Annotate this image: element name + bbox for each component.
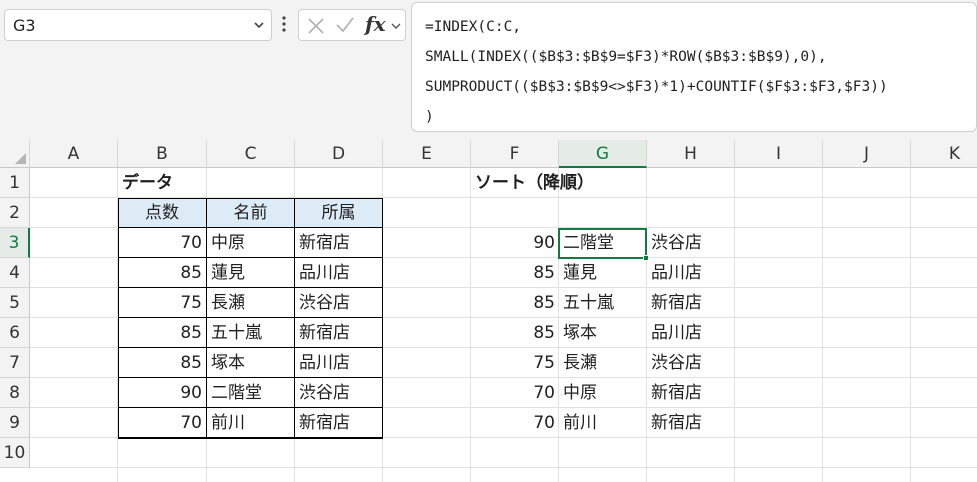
formula-line: ) [425,109,434,125]
result-cell[interactable]: 品川店 [647,258,735,288]
name-box-value: G3 [13,16,36,35]
table-cell[interactable]: 70 [118,228,207,258]
result-cell[interactable]: 85 [471,318,559,348]
table-cell[interactable]: 長瀬 [207,288,295,318]
result-cell[interactable]: 二階堂 [559,228,647,258]
column-header-h[interactable]: H [647,140,735,168]
column-header-f[interactable]: F [471,140,559,168]
result-cell[interactable]: 塚本 [559,318,647,348]
table-cell[interactable]: 中原 [207,228,295,258]
table-header-cell[interactable]: 名前 [207,198,295,228]
column-header-a[interactable]: A [30,140,118,168]
table-cell[interactable]: 新宿店 [295,408,383,438]
result-cell[interactable]: 渋谷店 [647,228,735,258]
result-cell[interactable]: 90 [471,228,559,258]
table-cell[interactable]: 二階堂 [207,378,295,408]
result-cell[interactable]: 85 [471,288,559,318]
formula-line: SMALL(INDEX(($B$3:$B$9=$F3)*ROW($B$3:$B$… [425,49,827,65]
table-cell[interactable]: 70 [118,408,207,438]
table-cell[interactable]: 塚本 [207,348,295,378]
gridline [822,168,823,482]
sorted-table-title[interactable]: ソート（降順） [471,168,641,198]
column-header-b[interactable]: B [118,140,207,168]
column-header-c[interactable]: C [207,140,295,168]
table-cell[interactable]: 渋谷店 [295,378,383,408]
result-cell[interactable]: 品川店 [647,318,735,348]
cancel-icon[interactable] [307,17,325,35]
more-options-icon[interactable] [280,13,288,35]
table-cell[interactable]: 渋谷店 [295,288,383,318]
row-header-4[interactable]: 4 [0,258,30,288]
result-cell[interactable]: 新宿店 [647,378,735,408]
table-cell[interactable]: 85 [118,348,207,378]
table-cell[interactable]: 85 [118,318,207,348]
table-cell[interactable]: 75 [118,288,207,318]
result-cell[interactable]: 85 [471,258,559,288]
data-table-title[interactable]: データ [118,168,268,198]
spreadsheet-grid[interactable]: ABCDEFGHIJK 1 2 3 4 5 6 7 8 9 10 データ ソート（降順） 点数 名前 所属… [0,140,977,482]
result-cell[interactable]: 前川 [559,408,647,438]
column-header-g[interactable]: G [559,140,647,168]
row-header-9[interactable]: 9 [0,408,30,438]
gridline [30,467,977,468]
row-header-6[interactable]: 6 [0,318,30,348]
select-all-button[interactable] [0,140,30,168]
column-header-e[interactable]: E [383,140,471,168]
row-header-2[interactable]: 2 [0,198,30,228]
row-header-7[interactable]: 7 [0,348,30,378]
table-cell[interactable]: 蓮見 [207,258,295,288]
name-box[interactable]: G3 [4,9,272,41]
result-cell[interactable]: 70 [471,408,559,438]
table-cell[interactable]: 新宿店 [295,318,383,348]
table-cell[interactable]: 新宿店 [295,228,383,258]
table-cell[interactable]: 85 [118,258,207,288]
result-cell[interactable]: 新宿店 [647,408,735,438]
row-header-3[interactable]: 3 [0,228,30,258]
table-cell[interactable]: 品川店 [295,258,383,288]
formula-line: =INDEX(C:C, [425,19,522,35]
select-all-icon [15,153,26,164]
insert-function-icon[interactable]: fx [365,12,386,36]
row-header-8[interactable]: 8 [0,378,30,408]
check-icon[interactable] [335,16,355,34]
table-cell[interactable]: 五十嵐 [207,318,295,348]
table-header-cell[interactable]: 所属 [295,198,383,228]
column-header-d[interactable]: D [295,140,383,168]
table-cell[interactable]: 前川 [207,408,295,438]
fill-handle[interactable] [643,255,649,261]
result-cell[interactable]: 中原 [559,378,647,408]
formula-input[interactable]: =INDEX(C:C, SMALL(INDEX(($B$3:$B$9=$F3)*R… [411,2,977,132]
formula-controls: fx [298,9,406,41]
result-cell[interactable]: 新宿店 [647,288,735,318]
column-header-j[interactable]: J [823,140,911,168]
row-header-1[interactable]: 1 [0,168,30,198]
row-header-5[interactable]: 5 [0,288,30,318]
chevron-down-icon[interactable] [391,21,401,31]
formula-text: =INDEX(C:C, SMALL(INDEX(($B$3:$B$9=$F3)*R… [425,12,888,132]
result-cell[interactable]: 渋谷店 [647,348,735,378]
table-cell[interactable]: 90 [118,378,207,408]
result-cell[interactable]: 75 [471,348,559,378]
result-cell[interactable]: 蓮見 [559,258,647,288]
column-header-k[interactable]: K [911,140,977,168]
result-cell[interactable]: 五十嵐 [559,288,647,318]
table-cell[interactable]: 品川店 [295,348,383,378]
table-header-cell[interactable]: 点数 [118,198,207,228]
chevron-down-icon[interactable] [253,19,265,31]
gridline [910,168,911,482]
result-cell[interactable]: 長瀬 [559,348,647,378]
column-header-i[interactable]: I [735,140,823,168]
row-header-10[interactable]: 10 [0,438,30,468]
result-cell[interactable]: 70 [471,378,559,408]
formula-bar-area: G3 fx =INDEX(C:C, SMALL(INDEX(($B$3:$B$9=… [0,0,977,140]
formula-line: SUMPRODUCT(($B$3:$B$9<>$F3)*1)+COUNTIF($… [425,79,888,95]
